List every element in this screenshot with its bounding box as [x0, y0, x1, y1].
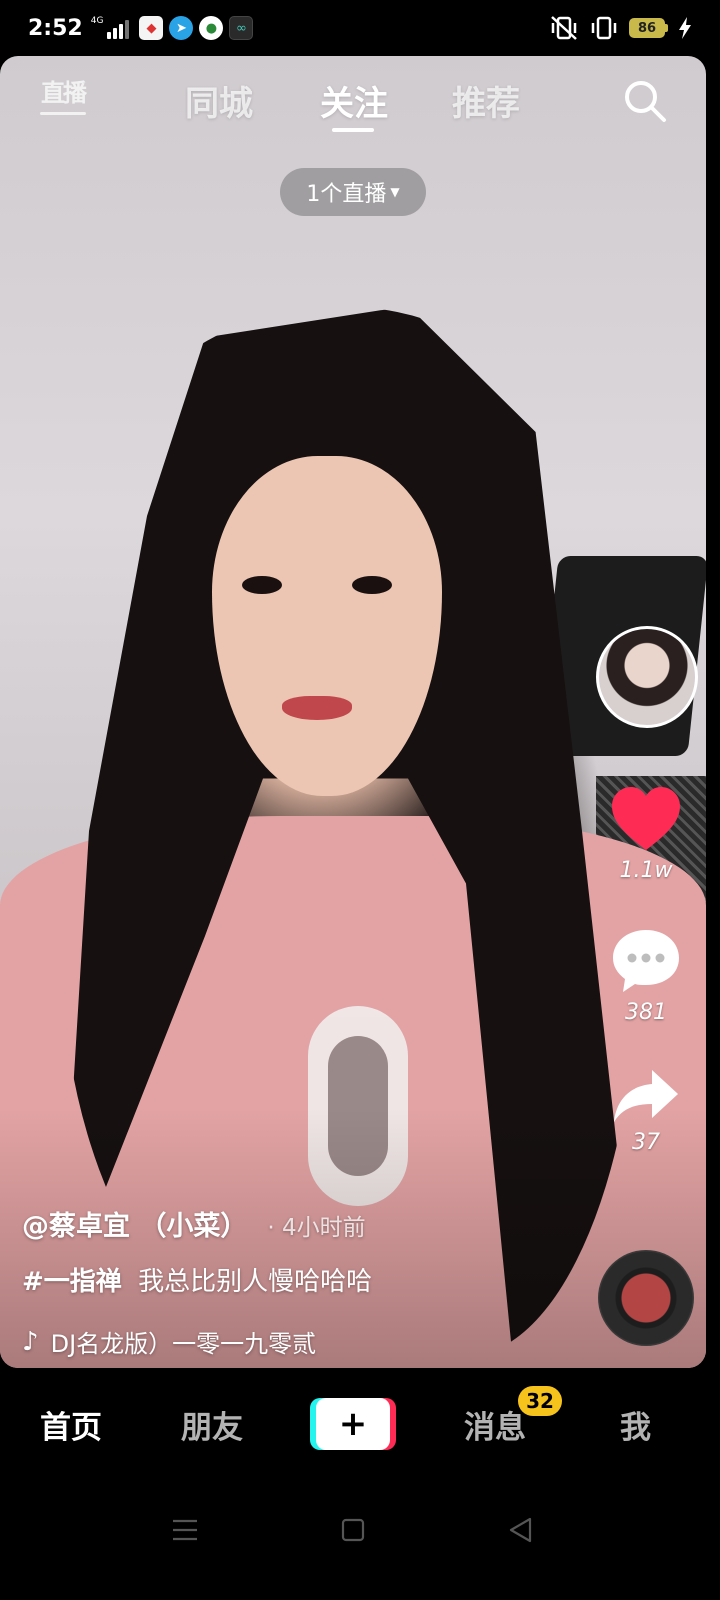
heart-icon [612, 787, 680, 850]
status-bar: 2:52 4G ◆ ➤ ● ∞ 86 [0, 0, 720, 56]
music-disc[interactable] [598, 1250, 694, 1346]
search-icon[interactable] [622, 78, 668, 124]
like-count: 1.1w [619, 858, 673, 883]
live-count-pill[interactable]: 1个直播 ▼ [280, 168, 426, 216]
share-icon [614, 1070, 678, 1122]
messages-badge: 32 [518, 1386, 562, 1416]
comment-button[interactable]: 381 [600, 928, 692, 1025]
app-notification-icon: ◆ [139, 16, 164, 40]
status-right: 86 [549, 15, 692, 41]
status-time: 2:52 [28, 15, 83, 41]
signal-icon: 4G [91, 17, 130, 39]
top-nav: 直播 同城 关注 推荐 [0, 56, 706, 146]
system-nav-bar [0, 1480, 720, 1600]
share-count: 37 [632, 1130, 660, 1155]
comment-icon [613, 930, 679, 992]
tab-local[interactable]: 同城 [185, 76, 253, 125]
bottom-nav: 首页 朋友 + 消息 32 我 [0, 1370, 720, 1480]
post-time: · 4小时前 [267, 1215, 366, 1241]
plus-icon: + [338, 1404, 368, 1444]
network-type: 4G [90, 16, 104, 26]
nav-me[interactable]: 我 [620, 1402, 651, 1447]
music-title: DJ名龙版）一零一九零贰 [50, 1330, 317, 1358]
battery-icon: 86 [629, 18, 668, 38]
caret-down-icon: ▼ [390, 185, 400, 199]
nav-messages[interactable]: 消息 [464, 1402, 526, 1447]
menu-icon[interactable] [165, 1510, 205, 1550]
create-button[interactable]: + [310, 1398, 396, 1450]
telegram-icon: ➤ [169, 16, 194, 40]
charging-icon [679, 17, 691, 39]
author-name[interactable]: @蔡卓宜 （小菜） [22, 1204, 247, 1243]
author-avatar[interactable] [596, 626, 698, 728]
feed-tabs: 同城 关注 推荐 [0, 56, 706, 146]
home-icon[interactable] [333, 1510, 373, 1550]
video-description: 我总比别人慢哈哈哈 [138, 1267, 373, 1297]
music-note-icon: ♪ [22, 1326, 39, 1357]
battery-level: 86 [629, 18, 665, 38]
share-button[interactable]: 37 [600, 1068, 692, 1155]
back-icon[interactable] [500, 1510, 540, 1550]
nav-friends[interactable]: 朋友 [181, 1402, 243, 1447]
tab-recommend[interactable]: 推荐 [452, 76, 520, 125]
comment-count: 381 [625, 1000, 667, 1025]
app-notification-icon: ● [199, 16, 224, 40]
nav-home[interactable]: 首页 [40, 1402, 102, 1447]
video-player[interactable] [0, 56, 706, 1368]
app-notification-icon: ∞ [229, 16, 254, 40]
video-caption: @蔡卓宜 （小菜） · 4小时前 #一指禅 我总比别人慢哈哈哈 ♪ DJ名龙版）… [22, 1204, 582, 1359]
vibrate-icon [591, 16, 617, 40]
notification-icons: ◆ ➤ ● ∞ [139, 16, 254, 40]
hashtag-link[interactable]: #一指禅 [22, 1267, 122, 1297]
music-info[interactable]: ♪ DJ名龙版）一零一九零贰 [22, 1324, 582, 1359]
tab-following[interactable]: 关注 [320, 76, 388, 125]
vibrate-mute-icon [551, 16, 577, 40]
active-tab-indicator [332, 128, 374, 132]
like-button[interactable]: 1.1w [600, 786, 692, 883]
live-count-label: 1个直播 [306, 182, 387, 207]
